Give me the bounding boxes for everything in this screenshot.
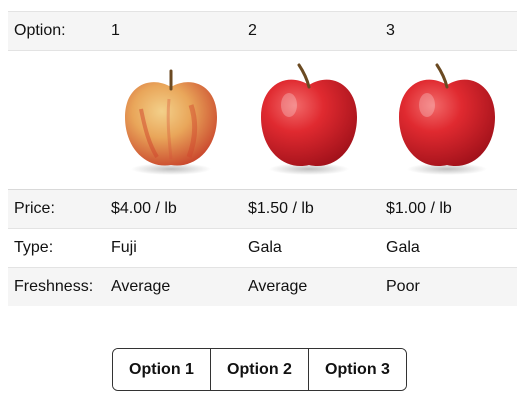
price-value-2: $1.50 / lb: [248, 200, 314, 217]
price-row: Price: $4.00 / lb $1.50 / lb $1.00 / lb: [8, 189, 517, 229]
image-row: [8, 51, 517, 189]
option-2-button[interactable]: Option 2: [210, 349, 308, 390]
freshness-value-1: Average: [111, 278, 171, 295]
option-3-button[interactable]: Option 3: [308, 349, 406, 390]
type-row-label: Type:: [14, 239, 54, 256]
freshness-row-label: Freshness:: [14, 278, 94, 295]
type-value-2: Gala: [248, 239, 282, 256]
gala-apple-image: [249, 59, 369, 179]
freshness-row: Freshness: Average Average Poor: [8, 268, 517, 306]
option-1-button[interactable]: Option 1: [113, 349, 210, 390]
option-row: Option: 1 2 3: [8, 12, 517, 51]
gala-apple-image: [387, 59, 507, 179]
option-row-label: Option:: [14, 22, 66, 39]
option-number-1: 1: [111, 22, 120, 39]
price-row-label: Price:: [14, 200, 55, 217]
option-choice-group: Option 1 Option 2 Option 3: [112, 348, 407, 391]
fuji-apple-image: [111, 59, 231, 179]
type-row: Type: Fuji Gala Gala: [8, 229, 517, 268]
comparison-table: Option: 1 2 3 Price: $4.00 / lb $1.50 / …: [8, 11, 517, 306]
option-number-3: 3: [386, 22, 395, 39]
freshness-value-3: Poor: [386, 278, 420, 295]
price-value-3: $1.00 / lb: [386, 200, 452, 217]
type-value-1: Fuji: [111, 239, 137, 256]
freshness-value-2: Average: [248, 278, 308, 295]
price-value-1: $4.00 / lb: [111, 200, 177, 217]
type-value-3: Gala: [386, 239, 420, 256]
option-number-2: 2: [248, 22, 257, 39]
